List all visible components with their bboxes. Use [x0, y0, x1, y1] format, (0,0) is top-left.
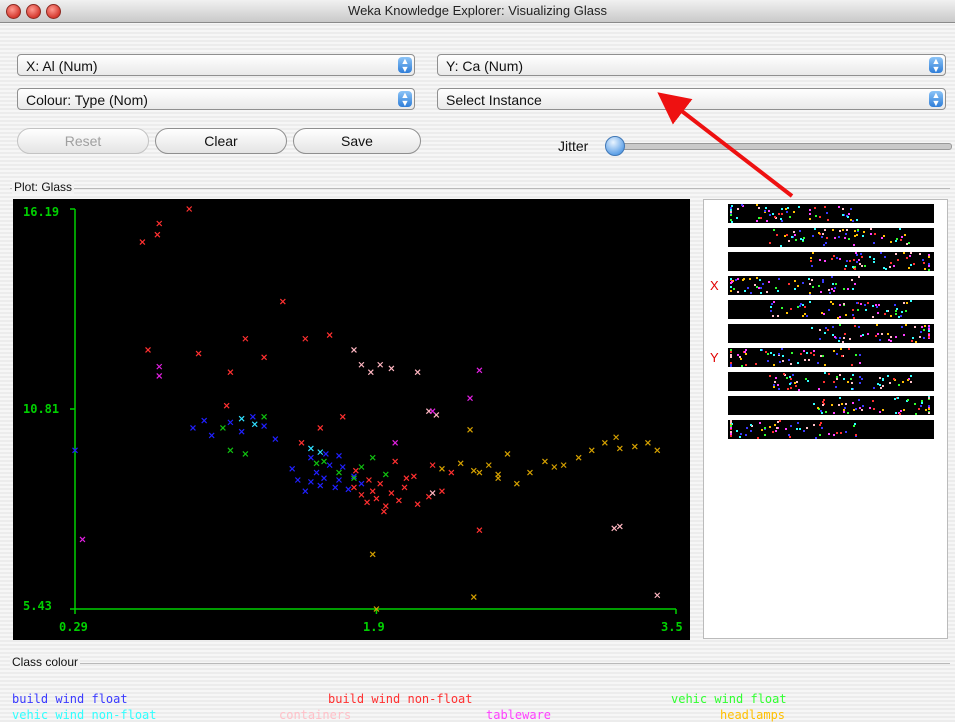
weka-window: Weka Knowledge Explorer: Visualizing Gla… — [0, 0, 955, 722]
annotation-arrow-icon — [657, 92, 794, 198]
